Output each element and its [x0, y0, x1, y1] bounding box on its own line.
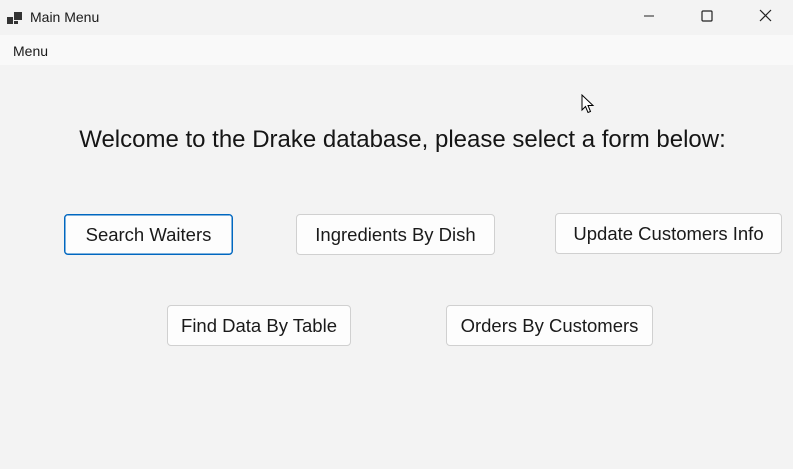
app-window-icon — [7, 11, 23, 24]
window-title: Main Menu — [30, 9, 100, 25]
minimize-button[interactable] — [620, 0, 678, 35]
maximize-button[interactable] — [678, 0, 736, 35]
welcome-heading: Welcome to the Drake database, please se… — [79, 126, 726, 153]
main-window: Main Menu Menu Welcome to the Drake data… — [0, 0, 793, 469]
maximize-icon — [701, 9, 713, 27]
search-waiters-button[interactable]: Search Waiters — [64, 214, 233, 255]
update-customers-info-button[interactable]: Update Customers Info — [555, 213, 782, 254]
close-icon — [759, 9, 772, 27]
minimize-icon — [643, 9, 655, 27]
title-bar[interactable]: Main Menu — [0, 0, 793, 35]
close-button[interactable] — [736, 0, 793, 35]
orders-by-customers-button[interactable]: Orders By Customers — [446, 305, 653, 346]
find-data-by-table-button[interactable]: Find Data By Table — [167, 305, 351, 346]
mouse-pointer-icon — [581, 93, 595, 114]
ingredients-by-dish-button[interactable]: Ingredients By Dish — [296, 214, 495, 255]
menu-bar: Menu — [0, 35, 793, 65]
menu-item-menu[interactable]: Menu — [13, 43, 48, 59]
